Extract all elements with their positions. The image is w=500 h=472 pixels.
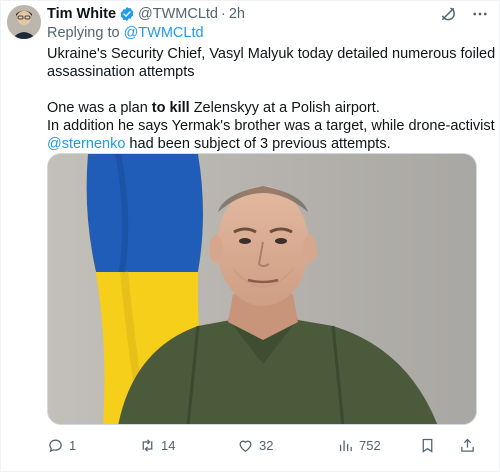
repost-icon [139, 437, 156, 454]
reply-icon [47, 437, 64, 454]
more-options-icon[interactable] [471, 5, 489, 23]
text-line: @sternenko had been subject of 3 previou… [47, 135, 485, 153]
replying-to-link[interactable]: @TWMCLtd [124, 25, 204, 41]
tweet-text: Ukraine's Security Chief, Vasyl Malyuk t… [47, 45, 496, 153]
author-handle[interactable]: @TWMCLtd [138, 6, 218, 22]
like-count: 32 [259, 437, 274, 453]
tweet-header: Tim White @TWMCLtd · 2h [47, 4, 489, 24]
bold-text: to kill [151, 100, 190, 116]
text-line: In addition he says Yermak's brother was… [47, 118, 495, 134]
share-icon [459, 437, 476, 454]
share-button[interactable] [459, 437, 476, 454]
text-line: assassination attempts [47, 64, 195, 80]
bookmark-button[interactable] [419, 437, 436, 454]
avatar[interactable] [7, 5, 41, 39]
separator-dot: · [221, 6, 226, 22]
text-line: One was a plan to kill Zelenskyy at a Po… [47, 99, 485, 117]
grok-icon[interactable] [439, 5, 457, 23]
heart-icon [237, 437, 254, 454]
views-chart-icon [337, 437, 354, 454]
replying-to-label: Replying to [47, 25, 124, 41]
views-button[interactable]: 752 [337, 437, 381, 454]
author-name[interactable]: Tim White [47, 6, 116, 22]
tweet-card[interactable]: Tim White @TWMCLtd · 2h Replying to @TWM… [0, 0, 500, 472]
replying-to: Replying to @TWMCLtd [47, 25, 204, 41]
bookmark-icon [419, 437, 436, 454]
verified-badge-icon [119, 6, 135, 22]
views-count: 752 [359, 437, 381, 453]
text-line: Ukraine's Security Chief, Vasyl Malyuk t… [47, 46, 496, 62]
reply-button[interactable]: 1 [47, 437, 76, 454]
text-segment: had been subject of 3 previous attempts. [125, 136, 391, 152]
reply-count: 1 [69, 437, 77, 453]
tweet-photo[interactable] [47, 153, 477, 425]
repost-button[interactable]: 14 [139, 437, 175, 454]
tweet-actions: 1 14 32 752 [47, 435, 489, 455]
text-segment: Zelenskyy at a Polish airport. [189, 100, 380, 116]
repost-count: 14 [161, 437, 176, 453]
mention-link[interactable]: @sternenko [47, 136, 125, 152]
like-button[interactable]: 32 [237, 437, 273, 454]
timestamp[interactable]: 2h [229, 6, 245, 22]
text-segment: One was a plan [47, 100, 152, 116]
